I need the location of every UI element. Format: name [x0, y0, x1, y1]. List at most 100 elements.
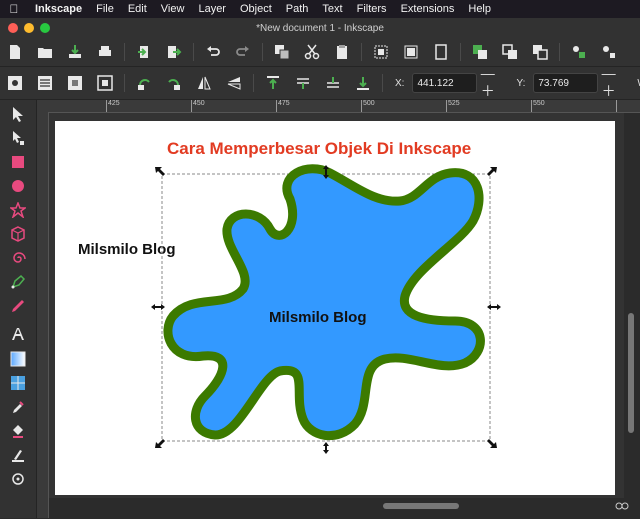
display-mode-icon[interactable]	[614, 498, 630, 519]
rotate-cw-button[interactable]	[162, 72, 186, 94]
gradient-tool[interactable]	[9, 350, 27, 368]
y-input[interactable]: 73.769	[533, 73, 598, 93]
vertical-scrollbar[interactable]	[624, 113, 640, 505]
menu-edit[interactable]: Edit	[121, 3, 154, 15]
pencil-tool[interactable]	[9, 273, 27, 291]
invert-selection-button[interactable]	[63, 72, 87, 94]
menu-path[interactable]: Path	[279, 3, 316, 15]
canvas-area[interactable]: Cara Memperbesar Objek Di Inkscape Milsm…	[49, 113, 625, 505]
document-page[interactable]: Cara Memperbesar Objek Di Inkscape Milsm…	[55, 121, 615, 495]
select-all-icon	[8, 76, 22, 90]
ellipse-tool[interactable]	[9, 177, 27, 195]
print-button[interactable]	[93, 41, 117, 63]
toolbar-separator	[559, 43, 560, 61]
scale-handle-top-right[interactable]	[487, 167, 497, 176]
toolbar-separator	[124, 43, 125, 61]
splat-shape[interactable]	[163, 164, 485, 441]
flip-horizontal-button[interactable]	[192, 72, 216, 94]
scale-handle-bottom-right[interactable]	[487, 439, 497, 448]
spiral-tool[interactable]	[9, 249, 27, 267]
new-document-button[interactable]	[3, 41, 27, 63]
zoom-page-icon	[435, 44, 447, 60]
ungroup-button[interactable]	[597, 41, 621, 63]
lower-button[interactable]	[321, 72, 345, 94]
scale-handle-right[interactable]	[487, 304, 501, 310]
splat-label-text[interactable]: Milsmilo Blog	[269, 309, 367, 326]
scale-handle-left[interactable]	[151, 304, 165, 310]
y-stepper[interactable]: —＋	[602, 65, 626, 101]
selector-tool[interactable]	[9, 105, 27, 123]
node-tool[interactable]	[9, 129, 27, 147]
deselect-button[interactable]	[93, 72, 117, 94]
select-all-layers-icon	[38, 76, 52, 90]
undo-button[interactable]	[201, 41, 225, 63]
menu-file[interactable]: File	[89, 3, 121, 15]
pencil-icon	[12, 300, 24, 312]
scale-handle-top-left[interactable]	[155, 167, 165, 176]
cut-button[interactable]	[300, 41, 324, 63]
menu-view[interactable]: View	[154, 3, 192, 15]
raise-to-top-button[interactable]	[261, 72, 285, 94]
clone-button[interactable]	[498, 41, 522, 63]
select-all-layers-button[interactable]	[33, 72, 57, 94]
duplicate-button[interactable]	[468, 41, 492, 63]
zoom-selection-button[interactable]	[369, 41, 393, 63]
flip-vertical-button[interactable]	[222, 72, 246, 94]
redo-button[interactable]	[231, 41, 255, 63]
import-button[interactable]	[132, 41, 156, 63]
save-button[interactable]	[63, 41, 87, 63]
calligraphy-tool[interactable]	[9, 297, 27, 315]
undo-icon	[207, 46, 220, 56]
unlink-clone-icon	[533, 45, 548, 60]
ruler-tick	[616, 100, 617, 112]
menu-filters[interactable]: Filters	[350, 3, 394, 15]
dropper-tool[interactable]	[9, 398, 27, 416]
menu-text[interactable]: Text	[315, 3, 349, 15]
raise-button[interactable]	[291, 72, 315, 94]
open-button[interactable]	[33, 41, 57, 63]
menu-extensions[interactable]: Extensions	[394, 3, 462, 15]
select-all-button[interactable]	[3, 72, 27, 94]
menu-help[interactable]: Help	[461, 3, 498, 15]
star-tool[interactable]	[9, 201, 27, 219]
toolbar-separator	[193, 43, 194, 61]
menu-layer[interactable]: Layer	[191, 3, 233, 15]
text-tool[interactable]	[9, 325, 27, 343]
x-coordinate-group: X: 441.122 —＋	[395, 65, 508, 101]
redo-icon	[236, 46, 249, 56]
scale-handle-bottom[interactable]	[323, 442, 329, 454]
zoom-drawing-button[interactable]	[399, 41, 423, 63]
3d-box-tool[interactable]	[9, 225, 27, 243]
star-icon	[10, 202, 26, 218]
ruler-tick-label: 425	[108, 100, 120, 107]
copy-button[interactable]	[270, 41, 294, 63]
rotate-ccw-button[interactable]	[132, 72, 156, 94]
app-menu[interactable]: Inkscape	[28, 3, 89, 15]
spray-icon	[12, 473, 24, 485]
export-button[interactable]	[162, 41, 186, 63]
vertical-scroll-thumb[interactable]	[628, 313, 634, 433]
lower-to-bottom-button[interactable]	[351, 72, 375, 94]
x-stepper[interactable]: —＋	[481, 65, 505, 101]
paste-button[interactable]	[330, 41, 354, 63]
tweak-tool[interactable]	[9, 446, 27, 464]
invert-selection-icon	[68, 76, 82, 90]
spray-tool[interactable]	[9, 470, 27, 488]
print-icon	[99, 46, 111, 56]
x-input[interactable]: 441.122	[412, 73, 477, 93]
menu-object[interactable]: Object	[233, 3, 279, 15]
x-label: X:	[395, 77, 405, 89]
horizontal-scrollbar[interactable]	[49, 498, 625, 518]
apple-icon[interactable]: 	[0, 2, 28, 16]
scale-handle-bottom-left[interactable]	[155, 439, 165, 448]
mesh-tool[interactable]	[9, 374, 27, 392]
horizontal-scroll-thumb[interactable]	[383, 503, 459, 509]
group-button[interactable]	[567, 41, 591, 63]
export-icon	[168, 46, 182, 58]
rectangle-tool[interactable]	[9, 153, 27, 171]
splat-drawing[interactable]	[55, 121, 615, 495]
toolbar-separator	[124, 74, 125, 92]
zoom-page-button[interactable]	[429, 41, 453, 63]
unlink-clone-button[interactable]	[528, 41, 552, 63]
paint-bucket-tool[interactable]	[9, 422, 27, 440]
